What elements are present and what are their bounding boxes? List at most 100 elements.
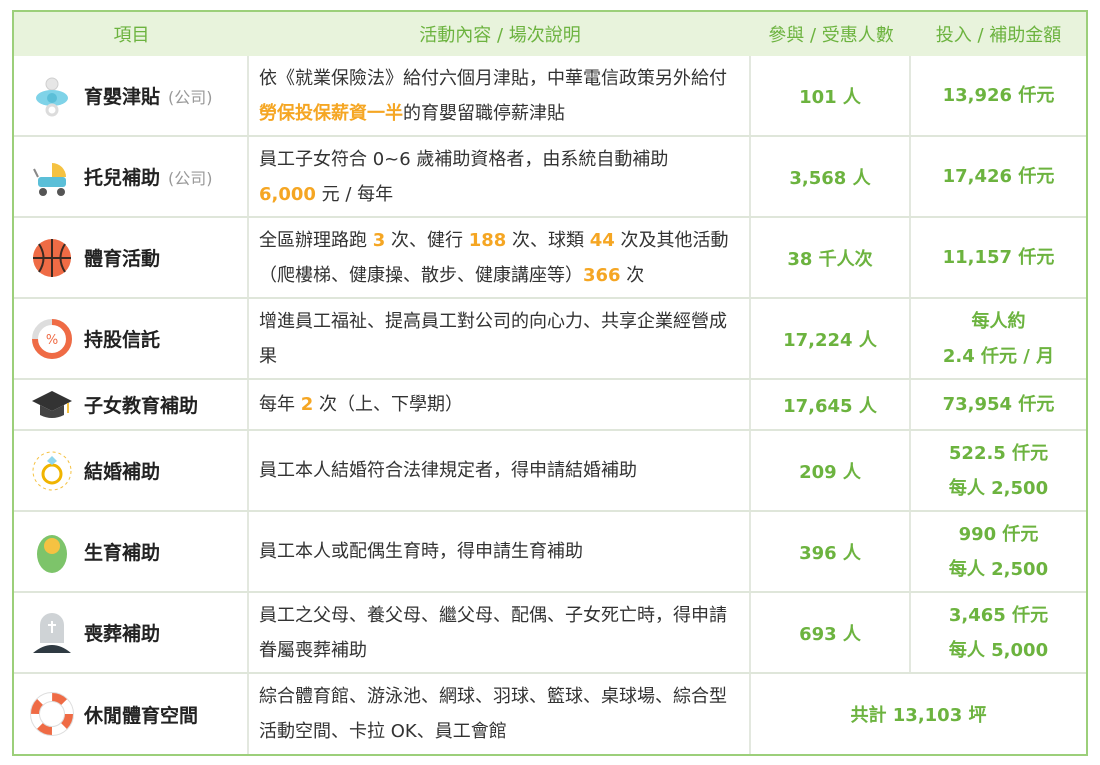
amount-value: 990 仟元	[958, 523, 1039, 545]
desc-text: 員工之父母、養父母、繼父母、配偶、子女死亡時，得申請眷屬喪葬補助	[259, 604, 727, 661]
header-count: 參與 / 受惠人數	[768, 25, 894, 46]
amount-value-2: 每人 2,500	[948, 477, 1049, 499]
amount-cell: 522.5 仟元 每人 2,500	[911, 431, 1086, 510]
count-cell: 38 千人次	[751, 218, 911, 297]
desc-text: 增進員工福祉、提高員工對公司的向心力、共享企業經營成果	[259, 310, 727, 367]
amount-value-2: 每人 2,500	[948, 558, 1049, 580]
count-cell: 101 人	[751, 56, 911, 135]
item-cell: 托兒補助 (公司)	[14, 137, 249, 216]
table-header: 項目 活動內容 / 場次說明 參與 / 受惠人數 投入 / 補助金額	[14, 12, 1086, 56]
description-cell: 員工本人結婚符合法律規定者，得申請結婚補助	[249, 431, 751, 510]
count-cell: 17,645 人	[751, 380, 911, 429]
desc-highlight: 6,000	[259, 183, 316, 205]
description-cell: 員工本人或配偶生育時，得申請生育補助	[249, 512, 751, 591]
item-name: 結婚補助	[84, 461, 161, 483]
description-cell: 全區辦理路跑 3 次、健行 188 次、球類 44 次及其他活動（爬樓梯、健康操…	[249, 218, 751, 297]
item-cell: 育嬰津貼 (公司)	[14, 56, 249, 135]
tombstone-icon	[30, 611, 74, 655]
description-cell: 每年 2 次（上、下學期）	[249, 380, 751, 429]
amount-value: 11,157 仟元	[942, 247, 1055, 268]
desc-text: 全區辦理路跑	[259, 229, 373, 251]
amount-cell: 每人約 2.4 仟元 / 月	[911, 299, 1086, 378]
merged-total-cell: 共計 13,103 坪	[850, 705, 987, 726]
description-cell: 員工之父母、養父母、繼父母、配偶、子女死亡時，得申請眷屬喪葬補助	[249, 593, 751, 672]
item-cell: 體育活動	[14, 218, 249, 297]
desc-text: 每年	[259, 394, 301, 415]
header-description: 活動內容 / 場次說明	[419, 25, 581, 46]
amount-value: 13,926 仟元	[942, 85, 1055, 106]
description-cell: 綜合體育館、游泳池、網球、羽球、籃球、桌球場、綜合型活動空間、卡拉 OK、員工會…	[249, 674, 751, 754]
desc-text: 次、球類	[506, 229, 590, 251]
desc-text: 次（上、下學期）	[313, 394, 463, 415]
table-row: 育嬰津貼 (公司) 依《就業保險法》給付六個月津貼，中華電信政策另外給付勞保投保…	[14, 56, 1086, 137]
benefits-table: 項目 活動內容 / 場次說明 參與 / 受惠人數 投入 / 補助金額 育嬰津貼 …	[12, 10, 1088, 756]
item-name: 休閒體育空間	[84, 704, 199, 727]
stroller-icon	[30, 155, 74, 199]
percent-ring-icon: %	[30, 317, 74, 361]
amount-value-2: 每人 5,000	[948, 639, 1049, 661]
item-cell: 子女教育補助	[14, 380, 249, 429]
amount-cell: 13,926 仟元	[911, 56, 1086, 135]
count-cell: 3,568 人	[751, 137, 911, 216]
header-item: 項目	[113, 25, 150, 46]
pacifier-icon	[30, 74, 74, 118]
desc-text: 依《就業保險法》給付六個月津貼，中華電信政策另外給付	[259, 67, 727, 89]
desc-highlight: 44	[589, 229, 615, 251]
table-row: 休閒體育空間 綜合體育館、游泳池、網球、羽球、籃球、桌球場、綜合型活動空間、卡拉…	[14, 674, 1086, 754]
item-note: (公司)	[168, 87, 213, 107]
item-name: 育嬰津貼	[84, 86, 161, 108]
count-cell: 396 人	[751, 512, 911, 591]
graduation-cap-icon	[30, 383, 74, 427]
description-cell: 員工子女符合 0~6 歲補助資格者，由系統自動補助 6,000 元 / 每年	[249, 137, 751, 216]
amount-value: 73,954 仟元	[942, 394, 1055, 415]
table-row: 結婚補助 員工本人結婚符合法律規定者，得申請結婚補助 209 人 522.5 仟…	[14, 431, 1086, 512]
count-cell: 209 人	[751, 431, 911, 510]
amount-cell: 3,465 仟元 每人 5,000	[911, 593, 1086, 672]
desc-text: 員工子女符合 0~6 歲補助資格者，由系統自動補助	[259, 148, 669, 170]
item-cell: 生育補助	[14, 512, 249, 591]
amount-value: 每人約	[971, 310, 1026, 332]
table-row: % 持股信託 增進員工福祉、提高員工對公司的向心力、共享企業經營成果 17,22…	[14, 299, 1086, 380]
desc-text: 綜合體育館、游泳池、網球、羽球、籃球、桌球場、綜合型活動空間、卡拉 OK、員工會…	[259, 686, 727, 742]
desc-highlight: 366	[583, 264, 621, 286]
item-note: (公司)	[168, 168, 213, 188]
table-row: 體育活動 全區辦理路跑 3 次、健行 188 次、球類 44 次及其他活動（爬樓…	[14, 218, 1086, 299]
item-name: 子女教育補助	[84, 395, 199, 417]
desc-highlight: 188	[468, 229, 507, 251]
amount-cell: 73,954 仟元	[911, 380, 1086, 429]
count-cell: 17,224 人	[751, 299, 911, 378]
table-body: 育嬰津貼 (公司) 依《就業保險法》給付六個月津貼，中華電信政策另外給付勞保投保…	[14, 56, 1086, 754]
table-row: 托兒補助 (公司) 員工子女符合 0~6 歲補助資格者，由系統自動補助 6,00…	[14, 137, 1086, 218]
desc-highlight: 3	[372, 229, 386, 251]
item-cell: 休閒體育空間	[14, 674, 249, 754]
basketball-icon	[30, 236, 74, 280]
item-cell: 喪葬補助	[14, 593, 249, 672]
lifebuoy-icon	[30, 692, 74, 736]
desc-highlight: 2	[300, 394, 314, 415]
desc-text: 員工本人或配偶生育時，得申請生育補助	[259, 541, 583, 562]
desc-text: 次	[620, 264, 645, 286]
ring-icon	[30, 449, 74, 493]
table-row: 喪葬補助 員工之父母、養父母、繼父母、配偶、子女死亡時，得申請眷屬喪葬補助 69…	[14, 593, 1086, 674]
amount-value: 17,426 仟元	[942, 166, 1055, 187]
header-amount: 投入 / 補助金額	[935, 25, 1062, 46]
amount-cell: 11,157 仟元	[911, 218, 1086, 297]
item-name: 托兒補助	[84, 167, 161, 189]
desc-text: 的育嬰留職停薪津貼	[403, 102, 565, 124]
desc-highlight: 勞保投保薪資一半	[259, 102, 403, 124]
amount-value: 522.5 仟元	[948, 442, 1049, 464]
desc-text: 元 / 每年	[315, 183, 394, 205]
desc-text: 次、健行	[385, 229, 469, 251]
amount-cell: 990 仟元 每人 2,500	[911, 512, 1086, 591]
amount-cell: 17,426 仟元	[911, 137, 1086, 216]
amount-value: 3,465 仟元	[948, 604, 1049, 626]
item-name: 體育活動	[84, 248, 161, 270]
item-name: 喪葬補助	[84, 623, 161, 645]
item-name: 生育補助	[84, 542, 161, 564]
baby-icon	[30, 530, 74, 574]
item-cell: 結婚補助	[14, 431, 249, 510]
description-cell: 依《就業保險法》給付六個月津貼，中華電信政策另外給付勞保投保薪資一半的育嬰留職停…	[249, 56, 751, 135]
svg-text:%: %	[46, 333, 58, 348]
description-cell: 增進員工福祉、提高員工對公司的向心力、共享企業經營成果	[249, 299, 751, 378]
desc-text: 員工本人結婚符合法律規定者，得申請結婚補助	[259, 460, 637, 481]
